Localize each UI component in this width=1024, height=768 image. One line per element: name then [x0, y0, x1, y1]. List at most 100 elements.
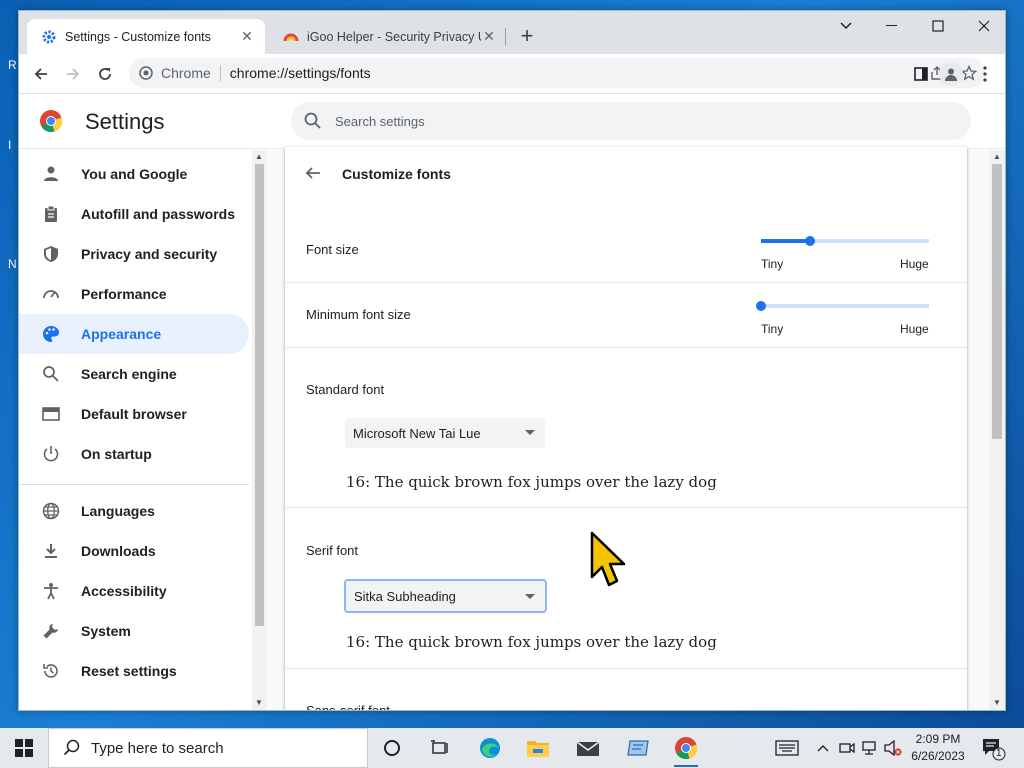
sidebar-item-label: Performance	[81, 286, 167, 302]
sidebar-item-system[interactable]: System	[19, 611, 249, 651]
search-input[interactable]	[335, 113, 935, 129]
person-icon	[41, 164, 61, 184]
forward-button[interactable]	[61, 62, 85, 86]
sidebar-scroll-thumb[interactable]	[255, 164, 264, 626]
settings-sidebar: You and Google Autofill and passwords Pr…	[19, 150, 267, 710]
tab-strip: Settings - Customize fonts ✕ iGoo Helper…	[19, 11, 1005, 54]
tab-separator	[505, 28, 506, 46]
select-value: Sitka Subheading	[354, 588, 456, 604]
sidebar-item-accessibility[interactable]: Accessibility	[19, 571, 249, 611]
tab-igoo-helper[interactable]: iGoo Helper - Security Privacy Un ✕	[269, 19, 507, 54]
serif-font-sample: 16: The quick brown fox jumps over the l…	[346, 633, 717, 651]
scroll-down-arrow-icon[interactable]: ▼	[993, 698, 1001, 707]
tab-settings[interactable]: Settings - Customize fonts ✕	[27, 19, 265, 54]
volume-muted-icon[interactable]	[882, 734, 904, 762]
back-arrow-icon[interactable]	[303, 163, 323, 183]
sidebar-item-autofill[interactable]: Autofill and passwords	[19, 194, 249, 234]
scroll-up-arrow-icon[interactable]: ▲	[255, 152, 263, 161]
close-tab-icon[interactable]: ✕	[239, 28, 255, 45]
sidebar-item-label: Accessibility	[81, 583, 167, 599]
settings-body: You and Google Autofill and passwords Pr…	[19, 147, 1005, 710]
reload-button[interactable]	[93, 62, 117, 86]
row-divider	[285, 507, 967, 508]
notification-center-icon[interactable]: 1	[980, 735, 1006, 761]
meet-now-icon[interactable]	[838, 734, 856, 762]
power-icon	[41, 444, 61, 464]
slider-knob[interactable]	[756, 301, 766, 311]
mail-icon[interactable]	[568, 732, 608, 764]
sidebar-item-you-and-google[interactable]: You and Google	[19, 154, 249, 194]
sidebar-item-appearance[interactable]: Appearance	[19, 314, 249, 354]
tab-search-chevron-icon[interactable]	[823, 11, 869, 41]
close-window-button[interactable]	[961, 11, 1005, 41]
row-divider	[285, 347, 967, 348]
scroll-up-arrow-icon[interactable]: ▲	[993, 152, 1001, 161]
start-button[interactable]	[0, 728, 48, 768]
omnibox-separator	[219, 65, 221, 81]
font-size-slider[interactable]	[761, 236, 929, 246]
remote-desktop-icon[interactable]	[618, 732, 658, 764]
download-icon	[41, 541, 61, 561]
close-tab-icon[interactable]: ✕	[481, 28, 497, 45]
sidebar-scrollbar[interactable]: ▲ ▼	[252, 150, 267, 710]
desktop-icon-label: I	[8, 138, 12, 152]
desktop-icon-label: R	[8, 58, 17, 72]
slider-knob[interactable]	[804, 236, 815, 246]
task-view-icon[interactable]	[420, 732, 460, 764]
min-font-size-slider[interactable]	[756, 301, 929, 311]
system-clock[interactable]: 2:09 PM 6/26/2023	[906, 731, 970, 765]
sidebar-item-label: Downloads	[81, 543, 156, 559]
page-title: Customize fonts	[342, 166, 451, 182]
minimize-button[interactable]	[869, 11, 915, 41]
sidebar-item-label: On startup	[81, 446, 152, 462]
content-scroll-thumb[interactable]	[992, 164, 1002, 439]
sidebar-item-on-startup[interactable]: On startup	[19, 434, 249, 474]
desktop-icon-label: N	[8, 257, 17, 271]
sidebar-item-label: System	[81, 623, 131, 639]
search-icon	[41, 364, 61, 384]
settings-search[interactable]	[291, 102, 971, 140]
cortana-icon[interactable]	[372, 732, 412, 764]
sidebar-item-label: Autofill and passwords	[81, 206, 236, 222]
sidebar-divider	[19, 484, 249, 485]
maximize-button[interactable]	[915, 11, 961, 41]
wrench-icon	[41, 621, 61, 641]
tray-chevron-up-icon[interactable]	[814, 734, 832, 762]
sidebar-item-downloads[interactable]: Downloads	[19, 531, 249, 571]
edge-browser-icon[interactable]	[470, 732, 510, 764]
sidebar-item-label: Privacy and security	[81, 246, 218, 262]
chrome-site-icon	[139, 66, 153, 80]
new-tab-button[interactable]: +	[515, 25, 539, 49]
url-text[interactable]: chrome://settings/fonts	[230, 65, 371, 81]
profile-avatar-icon[interactable]	[939, 62, 963, 86]
keyboard-layout-icon[interactable]	[772, 734, 802, 762]
row-divider	[285, 282, 967, 283]
serif-font-select[interactable]: Sitka Subheading	[344, 579, 547, 613]
sidebar-item-search-engine[interactable]: Search engine	[19, 354, 249, 394]
sidebar-item-languages[interactable]: Languages	[19, 491, 249, 531]
taskbar-search-box[interactable]: Type here to search	[48, 728, 368, 768]
clock-time: 2:09 PM	[915, 732, 961, 746]
sidebar-item-label: You and Google	[81, 166, 188, 182]
address-bar[interactable]: Chrome chrome://settings/fonts	[129, 58, 985, 88]
kebab-menu-icon[interactable]	[973, 62, 997, 86]
shield-icon	[41, 244, 61, 264]
sidebar-item-privacy[interactable]: Privacy and security	[19, 234, 249, 274]
sidebar-item-reset[interactable]: Reset settings	[19, 651, 249, 691]
standard-font-select[interactable]: Microsoft New Tai Lue	[345, 418, 545, 448]
file-explorer-icon[interactable]	[518, 732, 558, 764]
content-scrollbar[interactable]: ▲ ▼	[989, 150, 1005, 710]
sidebar-item-default-browser[interactable]: Default browser	[19, 394, 249, 434]
slider-min-label: Tiny	[761, 257, 784, 271]
network-icon[interactable]	[860, 734, 878, 762]
chrome-taskbar-icon[interactable]	[666, 732, 706, 767]
search-icon	[63, 739, 80, 756]
sidebar-item-performance[interactable]: Performance	[19, 274, 249, 314]
side-panel-icon[interactable]	[909, 62, 933, 86]
scroll-down-arrow-icon[interactable]: ▼	[255, 698, 263, 707]
back-button[interactable]	[29, 62, 53, 86]
slider-max-label: Huge	[900, 257, 929, 271]
settings-title: Settings	[85, 109, 165, 134]
standard-font-sample: 16: The quick brown fox jumps over the l…	[346, 473, 717, 491]
slider-fill	[761, 239, 810, 243]
